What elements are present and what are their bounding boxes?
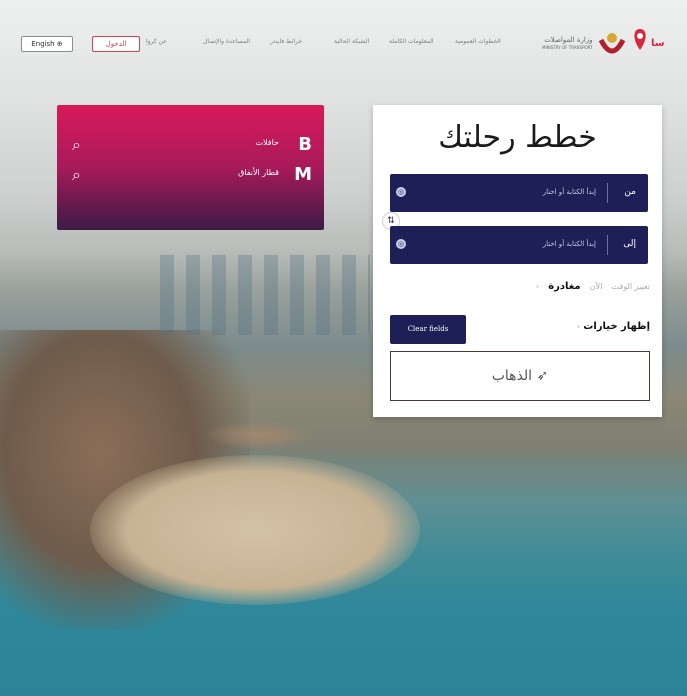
background-photo-towers (160, 255, 370, 335)
paper-plane-icon: ➶ (536, 368, 549, 384)
search-icon[interactable]: ⌕ (72, 165, 81, 185)
field-divider (607, 183, 608, 203)
from-placeholder: إبدأ الكتابة أو اختار (542, 188, 596, 196)
quick-access-panel: ⌕ حافلات B ⌕ قطار الأنفاق M (57, 105, 324, 230)
quick-item-bus-label: حافلات (255, 138, 279, 147)
change-time-link[interactable]: تغيير الوقت (612, 282, 650, 291)
locate-icon[interactable]: ◎ (396, 239, 406, 249)
login-button[interactable]: الدخول (92, 36, 140, 52)
to-field[interactable]: إلى إبدأ الكتابة أو اختار ◎ (390, 226, 648, 264)
nav-link-network[interactable]: الشبكة الحالية (334, 38, 369, 45)
login-button-label: الدخول (105, 40, 127, 48)
qatar-emblem-icon (598, 33, 626, 54)
to-placeholder: إبدأ الكتابة أو اختار (542, 240, 596, 248)
bus-icon: B (298, 134, 312, 155)
nav-link-maps[interactable]: خرائط فايندر (270, 38, 302, 45)
nav-link-steps[interactable]: الخطوات العمومية (455, 38, 501, 45)
logo-text-english: MINISTRY OF TRANSPORT (542, 45, 593, 50)
logo-text-arabic: وزارة المواصلات (544, 36, 593, 44)
from-field[interactable]: من إبدأ الكتابة أو اختار ◎ (390, 174, 648, 212)
search-icon[interactable]: ⌕ (72, 135, 81, 155)
to-label: إلى (623, 239, 636, 249)
show-options-label: إظهار خيارات (583, 321, 650, 332)
background-photo-sand (90, 455, 420, 605)
go-button[interactable]: الذهاب ➶ (390, 351, 650, 401)
from-label: من (624, 187, 636, 197)
go-button-label: الذهاب (491, 368, 533, 384)
nav-link-info[interactable]: المعلومات الكاملة (389, 38, 434, 45)
top-navigation: Engish ⊕ الدخول عن كروا المساعدة والإتصا… (0, 0, 687, 90)
language-button-label: Engish (31, 40, 55, 48)
chevron-icon: › (535, 282, 540, 291)
quick-item-metro-label: قطار الأنفاق (238, 168, 279, 177)
background-photo-island (205, 420, 315, 450)
show-options-toggle[interactable]: › إظهار خيارات (577, 321, 650, 332)
metro-icon: M (294, 164, 312, 185)
clear-fields-button[interactable]: Clear fields (390, 315, 466, 344)
svg-text:سا: سا (651, 38, 665, 49)
quick-item-bus[interactable]: ⌕ حافلات B (57, 130, 324, 160)
trip-planner-title: خطط رحلتك (438, 120, 597, 155)
ministry-logo-text: وزارة المواصلات MINISTRY OF TRANSPORT (542, 36, 593, 52)
globe-icon: ⊕ (56, 40, 63, 48)
departure-label: مغادرة (548, 281, 581, 292)
locate-icon[interactable]: ◎ (396, 187, 406, 197)
depart-now-option[interactable]: الآن (590, 282, 603, 291)
nav-link-help[interactable]: المساعدة والإتصال (203, 38, 250, 45)
language-button[interactable]: Engish ⊕ (21, 36, 73, 52)
departure-row: › تغيير الوقت الآن مغادرة (530, 281, 650, 292)
nav-link-about[interactable]: عن كروا (146, 38, 167, 45)
quick-item-metro[interactable]: ⌕ قطار الأنفاق M (57, 160, 324, 190)
app-logo-pin-icon[interactable]: سا (630, 26, 670, 58)
chevron-icon: › (576, 322, 581, 331)
trip-planner-panel: خطط رحلتك من إبدأ الكتابة أو اختار ◎ ⇅ إ… (373, 105, 662, 417)
field-divider (607, 235, 608, 255)
